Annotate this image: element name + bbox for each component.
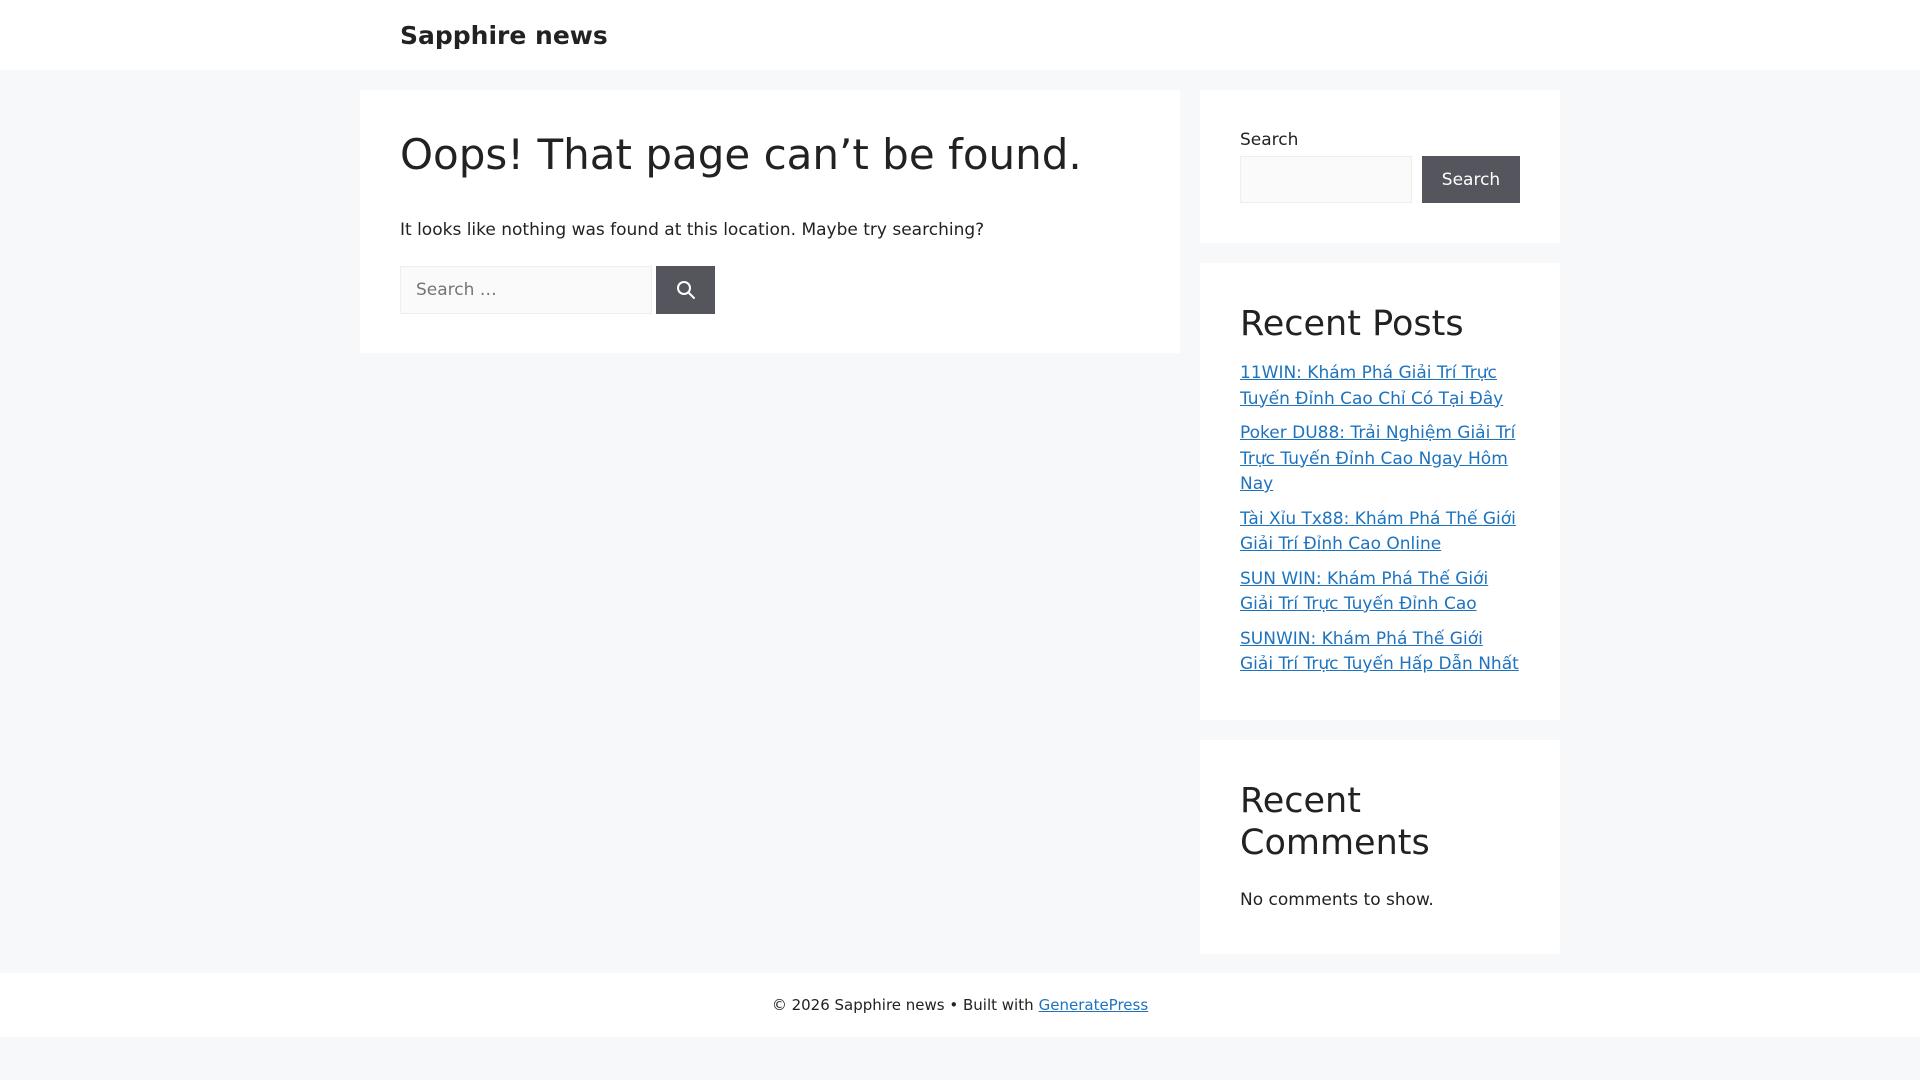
- search-widget-row: Search: [1240, 156, 1520, 203]
- site-footer: © 2026 Sapphire news • Built with Genera…: [0, 973, 1920, 1037]
- error-404-box: Oops! That page can’t be found. It looks…: [360, 90, 1180, 353]
- recent-post-link[interactable]: SUN WIN: Khám Phá Thế Giới Giải Trí Trực…: [1240, 569, 1488, 615]
- recent-posts-list: 11WIN: Khám Phá Giải Trí Trực Tuyến Đỉnh…: [1240, 361, 1520, 678]
- search-widget: Search Search: [1200, 90, 1560, 243]
- generatepress-link[interactable]: GeneratePress: [1039, 996, 1149, 1014]
- recent-posts-title: Recent Posts: [1240, 304, 1464, 344]
- site-header: Sapphire news: [0, 0, 1920, 70]
- list-item: SUN WIN: Khám Phá Thế Giới Giải Trí Trực…: [1240, 567, 1520, 618]
- list-item: 11WIN: Khám Phá Giải Trí Trực Tuyến Đỉnh…: [1240, 361, 1520, 412]
- main-content: Oops! That page can’t be found. It looks…: [360, 90, 1180, 353]
- recent-comments-widget: Recent Comments No comments to show.: [1200, 740, 1560, 954]
- page-title: Oops! That page can’t be found.: [400, 130, 1082, 179]
- no-comments-text: No comments to show.: [1240, 890, 1434, 910]
- site-content: Oops! That page can’t be found. It looks…: [360, 90, 1560, 973]
- search-form: [400, 265, 1140, 314]
- search-widget-button[interactable]: Search: [1422, 156, 1520, 203]
- list-item: Poker DU88: Trải Nghiệm Giải Trí Trực Tu…: [1240, 421, 1520, 498]
- recent-post-link[interactable]: Tài Xỉu Tx88: Khám Phá Thế Giới Giải Trí…: [1240, 509, 1516, 555]
- recent-post-link[interactable]: 11WIN: Khám Phá Giải Trí Trực Tuyến Đỉnh…: [1240, 363, 1503, 409]
- site-title-link[interactable]: Sapphire news: [400, 21, 608, 50]
- recent-post-link[interactable]: SUNWIN: Khám Phá Thế Giới Giải Trí Trực …: [1240, 629, 1519, 675]
- list-item: Tài Xỉu Tx88: Khám Phá Thế Giới Giải Trí…: [1240, 507, 1520, 558]
- search-submit-button[interactable]: [656, 265, 715, 314]
- search-input[interactable]: [400, 265, 652, 314]
- list-item: SUNWIN: Khám Phá Thế Giới Giải Trí Trực …: [1240, 627, 1520, 678]
- footer-copyright: © 2026 Sapphire news • Built with: [771, 996, 1034, 1014]
- recent-post-link[interactable]: Poker DU88: Trải Nghiệm Giải Trí Trực Tu…: [1240, 423, 1515, 494]
- search-widget-label: Search: [1240, 130, 1299, 150]
- recent-comments-title: Recent Comments: [1240, 781, 1430, 863]
- recent-posts-widget: Recent Posts 11WIN: Khám Phá Giải Trí Tr…: [1200, 263, 1560, 720]
- header-inner: Sapphire news: [360, 0, 1560, 70]
- search-icon: [676, 280, 695, 299]
- search-widget-input[interactable]: [1240, 156, 1412, 203]
- not-found-message: It looks like nothing was found at this …: [400, 220, 985, 241]
- sidebar: Search Search Recent Posts 11WIN: Khám P…: [1200, 90, 1560, 954]
